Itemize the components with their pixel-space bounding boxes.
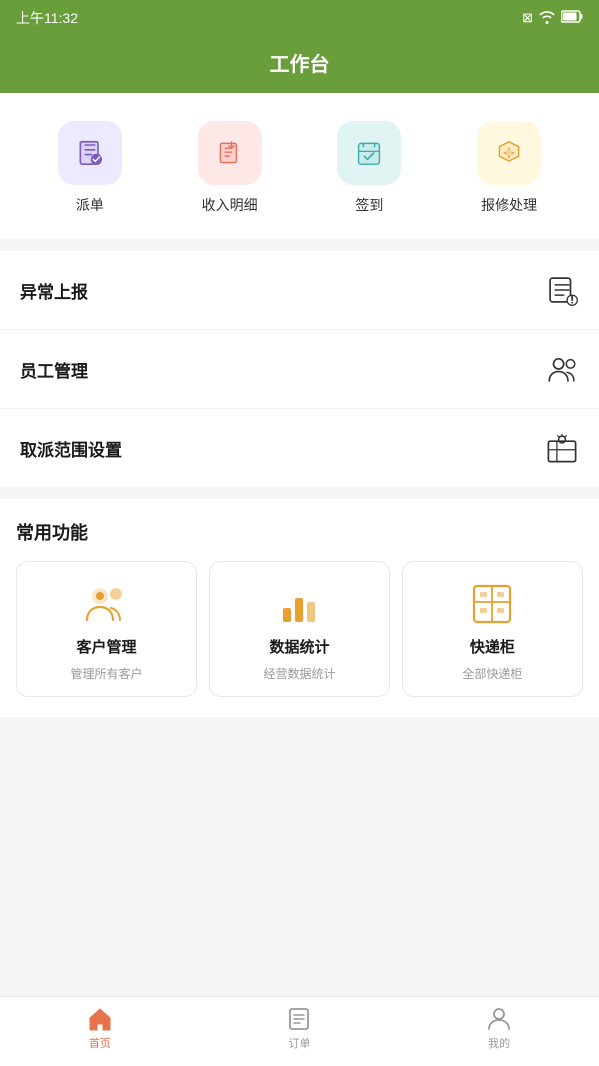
- exception-icon: [545, 273, 579, 307]
- common-grid: 客户管理 管理所有客户 数据统计 经营数据统计: [16, 561, 583, 701]
- nav-item-home[interactable]: 首页: [60, 1006, 140, 1051]
- checkin-icon-box: [337, 121, 401, 185]
- menu-section: 异常上报 员工管理 取派范围设置: [0, 251, 599, 487]
- income-label: 收入明细: [202, 195, 258, 215]
- status-time: 上午11:32: [16, 8, 78, 28]
- common-card-data[interactable]: 数据统计 经营数据统计: [209, 561, 390, 697]
- menu-item-zone[interactable]: 取派范围设置: [0, 409, 599, 487]
- common-card-locker[interactable]: 快递柜 全部快递柜: [402, 561, 583, 697]
- menu-item-employee[interactable]: 员工管理: [0, 330, 599, 409]
- locker-card-title: 快递柜: [470, 636, 515, 657]
- customer-icon: [82, 580, 130, 628]
- header: 工作台: [0, 36, 599, 93]
- orders-nav-label: 订单: [288, 1035, 310, 1051]
- data-stats-icon: [275, 580, 323, 628]
- common-section-title: 常用功能: [16, 519, 583, 545]
- battery-icon: [561, 10, 583, 26]
- zone-icon: [545, 431, 579, 465]
- quick-icons-section: 派单 收入明细: [0, 93, 599, 239]
- customer-card-title: 客户管理: [76, 636, 136, 657]
- nav-item-mine[interactable]: 我的: [459, 1006, 539, 1051]
- dispatch-icon-box: [58, 121, 122, 185]
- income-icon-box: [198, 121, 262, 185]
- wifi-icon: [539, 10, 555, 27]
- locker-card-subtitle: 全部快递柜: [462, 665, 522, 682]
- nav-item-orders[interactable]: 订单: [259, 1006, 339, 1051]
- common-card-customer[interactable]: 客户管理 管理所有客户: [16, 561, 197, 697]
- quick-icon-income[interactable]: 收入明细: [198, 121, 262, 215]
- customer-card-subtitle: 管理所有客户: [70, 665, 142, 682]
- zone-label: 取派范围设置: [20, 436, 122, 461]
- data-card-subtitle: 经营数据统计: [263, 665, 335, 682]
- mine-icon: [486, 1006, 512, 1032]
- locker-icon: [468, 580, 516, 628]
- home-nav-label: 首页: [89, 1035, 111, 1051]
- main-content: 派单 收入明细: [0, 93, 599, 797]
- status-bar: 上午11:32 ⊠: [0, 0, 599, 36]
- data-card-title: 数据统计: [269, 636, 329, 657]
- employee-icon: [545, 352, 579, 386]
- home-icon: [87, 1006, 113, 1032]
- repair-icon-box: [477, 121, 541, 185]
- checkin-label: 签到: [355, 195, 383, 215]
- header-title: 工作台: [270, 54, 330, 76]
- quick-icon-repair[interactable]: 报修处理: [477, 121, 541, 215]
- status-icons: ⊠: [522, 10, 583, 27]
- menu-item-exception[interactable]: 异常上报: [0, 251, 599, 330]
- common-section: 常用功能 客户管理 管理所有客户 数据统计: [0, 499, 599, 717]
- mine-nav-label: 我的: [488, 1035, 510, 1051]
- quick-icon-dispatch[interactable]: 派单: [58, 121, 122, 215]
- bottom-nav: 首页 订单 我的: [0, 996, 599, 1066]
- employee-label: 员工管理: [20, 357, 88, 382]
- orders-icon: [286, 1006, 312, 1032]
- repair-label: 报修处理: [481, 195, 537, 215]
- dispatch-label: 派单: [76, 195, 104, 215]
- sim-icon: ⊠: [522, 10, 533, 26]
- quick-icon-checkin[interactable]: 签到: [337, 121, 401, 215]
- exception-label: 异常上报: [20, 278, 88, 303]
